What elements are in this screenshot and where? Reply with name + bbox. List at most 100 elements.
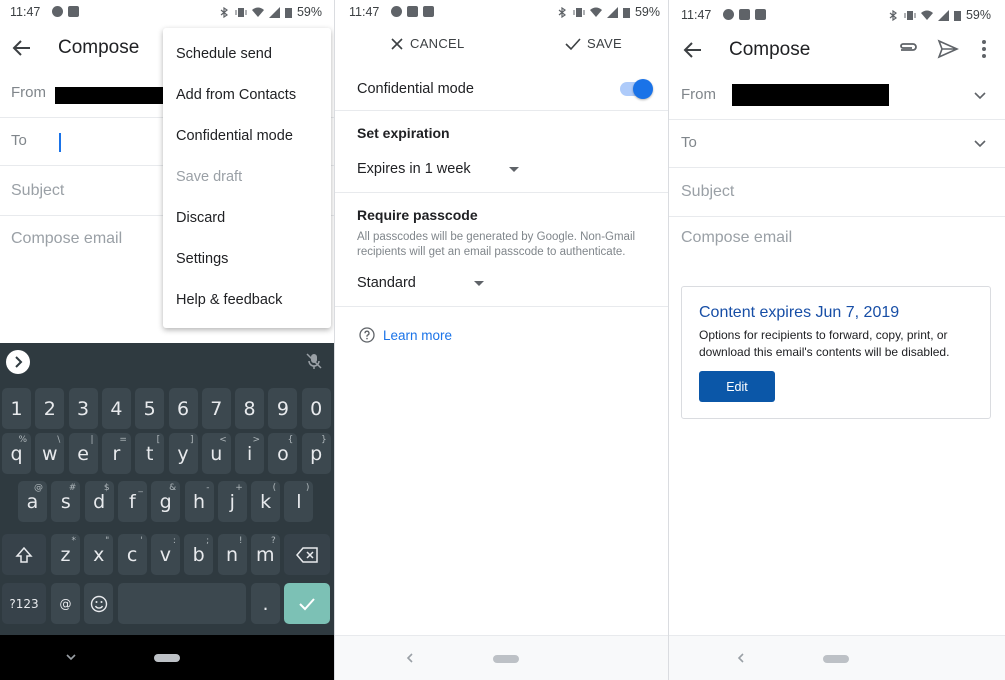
key-o-hint: {	[287, 435, 294, 445]
chevron-down-icon[interactable]	[973, 137, 987, 151]
confidential-mode-row[interactable]: Confidential mode	[335, 70, 668, 110]
status-bar: 11:47 59%	[0, 0, 334, 24]
home-pill[interactable]	[154, 654, 180, 662]
menu-item-settings[interactable]: Settings	[176, 251, 228, 267]
menu-item-help-feedback[interactable]: Help & feedback	[176, 292, 282, 308]
menu-item-save-draft: Save draft	[176, 169, 243, 185]
key-z[interactable]: z *	[51, 534, 80, 575]
key-r-label: r	[112, 442, 121, 465]
key-3[interactable]: 3	[68, 388, 98, 429]
gallery-notification-icon	[755, 9, 766, 20]
vibrate-icon	[235, 7, 247, 17]
key-y[interactable]: y]	[168, 433, 198, 474]
nav-back-icon[interactable]	[402, 650, 418, 666]
key-c[interactable]: c '	[117, 534, 147, 575]
passcode-dropdown[interactable]: Standard	[357, 275, 484, 291]
key-r-hint: =	[119, 435, 127, 445]
subject-field[interactable]: Subject	[669, 169, 1005, 217]
key-e[interactable]: e |	[68, 433, 98, 474]
key-2[interactable]: 2	[35, 388, 65, 429]
page-title: Compose	[729, 39, 811, 60]
key-9[interactable]: 9	[268, 388, 298, 429]
key-j[interactable]: j +	[217, 481, 247, 522]
expiration-dropdown[interactable]: Expires in 1 week	[357, 161, 519, 177]
confidential-mode-toggle[interactable]	[620, 79, 653, 99]
key-g-label: g	[159, 490, 172, 513]
key-1[interactable]: 1	[2, 388, 31, 429]
toggle-thumb	[633, 79, 653, 99]
key-x-label: x	[93, 543, 105, 566]
menu-item-confidential-mode[interactable]: Confidential mode	[176, 128, 293, 144]
battery-icon	[284, 7, 292, 18]
period-key[interactable]: .	[251, 583, 280, 624]
emoji-key[interactable]	[84, 583, 113, 624]
save-button[interactable]: SAVE	[565, 36, 622, 51]
key-n[interactable]: n!	[217, 534, 247, 575]
key-4[interactable]: 4	[101, 388, 131, 429]
key-k[interactable]: k(	[251, 481, 281, 522]
key-x[interactable]: x "	[84, 534, 114, 575]
enter-key[interactable]	[284, 583, 330, 624]
text-cursor	[59, 133, 61, 152]
wifi-icon	[589, 7, 602, 17]
expand-toolbar-button[interactable]	[6, 350, 30, 374]
cancel-button[interactable]: CANCEL	[390, 36, 465, 51]
key-w[interactable]: w \	[35, 433, 65, 474]
key-r[interactable]: r =	[101, 433, 131, 474]
space-key[interactable]	[118, 583, 246, 624]
key-b[interactable]: b;	[184, 534, 214, 575]
key-f[interactable]: f _	[117, 481, 147, 522]
menu-item-add-from-contacts[interactable]: Add from Contacts	[176, 87, 296, 103]
key-o[interactable]: o{	[268, 433, 298, 474]
menu-item-discard[interactable]: Discard	[176, 210, 225, 226]
body-field[interactable]: Compose email	[669, 215, 1005, 263]
key-t[interactable]: t[	[135, 433, 165, 474]
back-arrow-icon[interactable]	[681, 38, 705, 62]
key-8[interactable]: 8	[235, 388, 265, 429]
shift-key[interactable]	[2, 534, 46, 575]
attach-icon[interactable]	[897, 38, 919, 60]
to-row[interactable]: To	[669, 120, 1005, 168]
compose-result-screen: 11:47 59% Compose From To Subject Compos…	[668, 0, 1005, 680]
key-q[interactable]: q%	[2, 433, 31, 474]
key-m[interactable]: m?	[250, 534, 280, 575]
edit-button[interactable]: Edit	[699, 371, 775, 402]
key-a-label: a	[26, 490, 39, 513]
send-icon[interactable]	[937, 38, 959, 60]
key-h[interactable]: h-	[184, 481, 214, 522]
key-u[interactable]: u <	[201, 433, 231, 474]
home-pill[interactable]	[823, 655, 849, 663]
key-z-label: z	[60, 543, 71, 566]
key-h-label: h	[192, 490, 206, 513]
key-g[interactable]: g &	[151, 481, 181, 522]
key-p[interactable]: p}	[301, 433, 331, 474]
home-pill[interactable]	[493, 655, 519, 663]
key-v[interactable]: v:	[150, 534, 180, 575]
key-i[interactable]: i >	[235, 433, 265, 474]
more-vert-icon[interactable]	[975, 38, 993, 60]
key-0[interactable]: 0	[301, 388, 331, 429]
nav-back-icon[interactable]	[733, 650, 749, 666]
backspace-key[interactable]	[284, 534, 330, 575]
chevron-down-icon[interactable]	[973, 89, 987, 103]
status-time: 11:47	[10, 5, 41, 19]
system-icons: 59%	[219, 5, 322, 19]
key-u-hint: <	[219, 435, 227, 445]
menu-item-schedule-send[interactable]: Schedule send	[176, 46, 272, 62]
divider	[335, 110, 668, 111]
key-a[interactable]: a @	[18, 481, 47, 522]
symbols-key[interactable]: ?123	[2, 583, 46, 624]
key-7[interactable]: 7	[201, 388, 231, 429]
key-o-label: o	[277, 442, 289, 465]
key-5[interactable]: 5	[135, 388, 165, 429]
nav-back-icon[interactable]	[63, 649, 79, 665]
at-key[interactable]: @	[51, 583, 80, 624]
key-l[interactable]: l)	[284, 481, 314, 522]
key-s[interactable]: s #	[51, 481, 81, 522]
from-row[interactable]: From	[669, 72, 1005, 120]
mic-off-icon[interactable]	[304, 351, 324, 371]
learn-more-link[interactable]: Learn more	[359, 327, 452, 343]
back-arrow-icon[interactable]	[10, 36, 34, 60]
key-6[interactable]: 6	[168, 388, 198, 429]
key-d[interactable]: d $	[84, 481, 114, 522]
